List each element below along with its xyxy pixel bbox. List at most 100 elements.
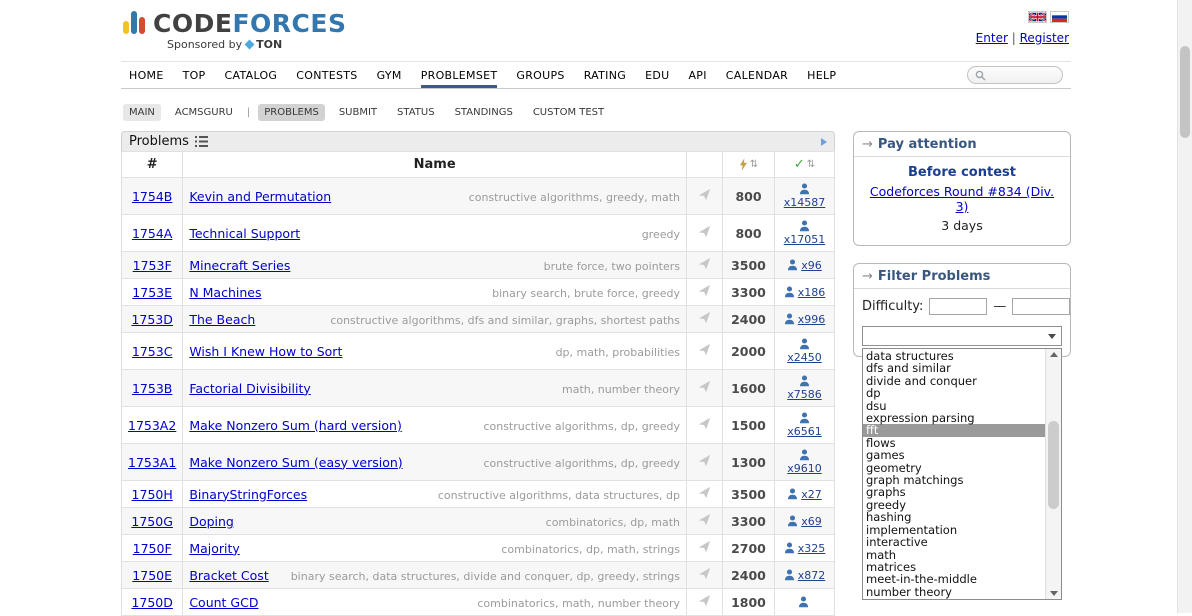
dropdown-option[interactable]: expression parsing <box>863 412 1045 425</box>
problem-name-link[interactable]: N Machines <box>189 285 261 300</box>
sort-icon[interactable]: ⇅ <box>807 159 815 170</box>
column-header-id[interactable]: # <box>120 151 184 178</box>
search-input[interactable] <box>990 68 1060 82</box>
person-icon <box>787 259 798 271</box>
solved-count-link[interactable]: x325 <box>781 542 828 555</box>
problem-id-link[interactable]: 1753A1 <box>128 455 176 470</box>
dropdown-scrollbar-thumb[interactable] <box>1048 421 1059 509</box>
solved-count-link[interactable]: x14587 <box>781 183 828 209</box>
problem-id-link[interactable]: 1753C <box>132 344 173 359</box>
problem-name-link[interactable]: Make Nonzero Sum (hard version) <box>189 418 402 433</box>
nav-item[interactable]: EDU <box>645 62 669 88</box>
subnav-item[interactable]: PROBLEMS <box>258 104 325 121</box>
nav-item[interactable]: CONTESTS <box>296 62 357 88</box>
register-link[interactable]: Register <box>1020 31 1069 45</box>
difficulty-min-input[interactable] <box>929 298 988 315</box>
nav-item[interactable]: CALENDAR <box>726 62 788 88</box>
subnav-item[interactable]: STANDINGS <box>449 104 519 121</box>
subnav-item[interactable]: CUSTOM TEST <box>527 104 610 121</box>
problem-id-link[interactable]: 1750E <box>132 568 172 583</box>
problem-id-link[interactable]: 1753D <box>131 312 172 327</box>
solved-count-link[interactable]: x69 <box>781 515 828 528</box>
dropdown-option[interactable]: hashing <box>863 511 1045 524</box>
nav-item[interactable]: API <box>688 62 706 88</box>
nav-item[interactable]: TOP <box>183 62 206 88</box>
solved-count-link[interactable]: x6561 <box>781 412 828 438</box>
dropdown-option[interactable]: graphs <box>863 486 1045 499</box>
dropdown-option[interactable]: divide and conquer <box>863 374 1045 387</box>
nav-item[interactable]: HELP <box>807 62 836 88</box>
nav-item[interactable]: CATALOG <box>225 62 278 88</box>
dropdown-option[interactable]: meet-in-the-middle <box>863 573 1045 586</box>
tag-select[interactable] <box>862 326 1062 346</box>
solved-count-link[interactable]: x9610 <box>781 449 828 475</box>
dropdown-option[interactable]: dfs and similar <box>863 362 1045 375</box>
expand-arrow-icon[interactable] <box>821 137 827 146</box>
problem-id-link[interactable]: 1754B <box>132 189 172 204</box>
list-icon[interactable] <box>194 136 208 147</box>
solved-count-link[interactable]: x17051 <box>781 220 828 246</box>
problem-id-link[interactable]: 1750G <box>131 514 173 529</box>
scroll-down-icon[interactable] <box>1046 588 1061 598</box>
column-header-difficulty[interactable]: ⇅ <box>722 151 775 178</box>
solved-count-link[interactable]: x7586 <box>781 375 828 401</box>
solved-count-link[interactable] <box>781 596 828 608</box>
solved-count-link[interactable]: x96 <box>781 259 828 272</box>
solved-count-link[interactable]: x27 <box>781 488 828 501</box>
problem-id-link[interactable]: 1753F <box>133 258 172 273</box>
column-header-solved[interactable]: ✓ ⇅ <box>774 151 835 178</box>
page-scrollbar-thumb[interactable] <box>1180 46 1190 138</box>
dropdown-option[interactable]: dp <box>863 387 1045 400</box>
problem-name-link[interactable]: Make Nonzero Sum (easy version) <box>189 455 402 470</box>
search-box[interactable] <box>967 66 1063 84</box>
problem-id-link[interactable]: 1753A2 <box>128 418 176 433</box>
scroll-up-icon[interactable] <box>1046 350 1061 360</box>
nav-item[interactable]: GROUPS <box>516 62 564 88</box>
logo[interactable]: CODEFORCES Sponsored by TON <box>123 11 346 51</box>
problem-name-link[interactable]: The Beach <box>189 312 255 327</box>
dropdown-option[interactable]: number theory <box>863 585 1045 598</box>
problem-name-link[interactable]: Kevin and Permutation <box>189 189 331 204</box>
dropdown-option[interactable]: interactive <box>863 536 1045 549</box>
nav-item[interactable]: RATING <box>584 62 626 88</box>
enter-link[interactable]: Enter <box>976 31 1008 45</box>
dropdown-option[interactable]: fft <box>863 424 1045 437</box>
solved-count: x14587 <box>783 196 826 209</box>
problem-id-link[interactable]: 1750D <box>131 595 172 610</box>
dropdown-scrollbar[interactable] <box>1045 349 1061 600</box>
dropdown-option[interactable]: games <box>863 449 1045 462</box>
solved-count-link[interactable]: x2450 <box>781 338 828 364</box>
english-flag-icon[interactable] <box>1028 11 1047 23</box>
problem-name-link[interactable]: Majority <box>189 541 239 556</box>
problem-id-link[interactable]: 1754A <box>132 226 172 241</box>
problem-name-link[interactable]: Wish I Knew How to Sort <box>189 344 342 359</box>
problem-name-link[interactable]: Doping <box>189 514 234 529</box>
sort-icon[interactable]: ⇅ <box>750 159 758 170</box>
nav-item[interactable]: GYM <box>377 62 402 88</box>
problem-name-link[interactable]: Bracket Cost <box>189 568 268 583</box>
contest-link[interactable]: Codeforces Round #834 (Div. 3) <box>862 184 1062 214</box>
problem-name-link[interactable]: Factorial Divisibility <box>189 381 310 396</box>
subnav-item[interactable]: SUBMIT <box>333 104 383 121</box>
difficulty-max-input[interactable] <box>1012 298 1071 315</box>
problem-name-link[interactable]: Minecraft Series <box>189 258 290 273</box>
problem-id-link[interactable]: 1750F <box>133 541 172 556</box>
subnav-item[interactable]: | <box>247 104 250 121</box>
solved-count-link[interactable]: x996 <box>781 313 828 326</box>
column-header-name[interactable]: Name <box>182 151 687 178</box>
solved-count-link[interactable]: x186 <box>781 286 828 299</box>
nav-item[interactable]: PROBLEMSET <box>420 62 498 88</box>
nav-item[interactable]: HOME <box>129 62 164 88</box>
problem-id-link[interactable]: 1753E <box>132 285 172 300</box>
problem-name-link[interactable]: BinaryStringForces <box>189 487 307 502</box>
subnav-item[interactable]: ACMSGURU <box>169 104 239 121</box>
problem-name-link[interactable]: Technical Support <box>189 226 300 241</box>
subnav-item[interactable]: MAIN <box>123 104 161 121</box>
problem-id-link[interactable]: 1753B <box>132 381 172 396</box>
subnav-item[interactable]: STATUS <box>391 104 441 121</box>
problem-name-link[interactable]: Count GCD <box>189 595 258 610</box>
solved-count-link[interactable]: x872 <box>781 569 828 582</box>
russian-flag-icon[interactable] <box>1050 11 1069 23</box>
problem-id-link[interactable]: 1750H <box>132 487 173 502</box>
page-scrollbar[interactable] <box>1177 0 1192 613</box>
